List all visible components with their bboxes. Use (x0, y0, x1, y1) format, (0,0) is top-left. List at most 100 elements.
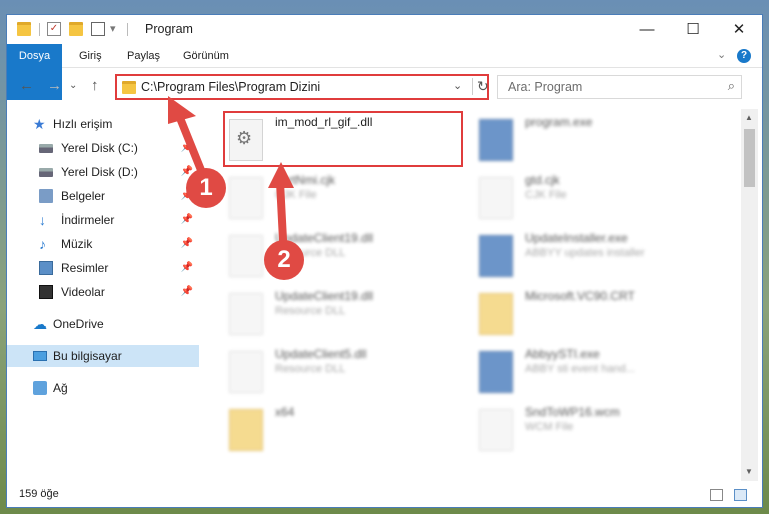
file-item[interactable]: SndToWP16.wcm WCM File (457, 403, 697, 459)
document-file-icon (479, 409, 513, 451)
document-file-icon (479, 177, 513, 219)
download-icon: ↓ (39, 212, 46, 228)
search-placeholder: Ara: Program (508, 80, 583, 94)
file-item[interactable]: UpdateClient19.dll Resource DLL (207, 287, 447, 343)
videos-icon (39, 285, 53, 299)
computer-icon (33, 351, 47, 361)
pin-icon[interactable]: 📌 (181, 137, 193, 159)
navigation-pane: ★ Hızlı erişim Yerel Disk (C:) 📌 Yerel D… (7, 109, 203, 481)
sidebar-item-label: Belgeler (61, 189, 106, 203)
customize-toolbar-icon[interactable] (91, 22, 105, 36)
scroll-up-icon[interactable]: ▲ (745, 113, 753, 122)
file-name: Microsoft.VC90.CRT (525, 289, 635, 303)
sidebar-item-disk-d[interactable]: Yerel Disk (D:) 📌 (7, 161, 199, 183)
file-name: partNmi.cjk (275, 173, 336, 187)
file-item[interactable]: partNmi.cjk CJK File (207, 171, 447, 227)
file-item[interactable]: UpdateClient5.dll Resource DLL (207, 345, 447, 401)
pictures-icon (39, 261, 53, 275)
tab-share[interactable]: Paylaş (117, 44, 170, 68)
minimize-button[interactable]: — (624, 15, 670, 44)
file-type: CJK File (525, 189, 567, 201)
folder-icon (17, 22, 31, 36)
search-input[interactable]: Ara: Program ⌕ (497, 75, 742, 99)
file-item[interactable]: Microsoft.VC90.CRT (457, 287, 697, 343)
sidebar-item-label: Hızlı erişim (53, 117, 113, 131)
tab-view[interactable]: Görünüm (173, 44, 239, 68)
dll-file-icon (229, 293, 263, 335)
sidebar-item-pictures[interactable]: Resimler 📌 (7, 257, 199, 279)
recent-locations-icon[interactable]: ⌄ (69, 80, 77, 91)
exe-file-icon (479, 119, 513, 161)
file-type: CJK File (275, 189, 317, 201)
sidebar-item-this-pc[interactable]: Bu bilgisayar (7, 345, 199, 367)
file-type: WCM File (525, 421, 574, 433)
sidebar-item-videos[interactable]: Videolar 📌 (7, 281, 199, 303)
vertical-scrollbar[interactable]: ▲ ▼ (741, 109, 758, 481)
window-title: Program (145, 22, 193, 36)
dll-file-icon (229, 351, 263, 393)
file-name: UpdateInstaller.exe (525, 231, 628, 245)
sidebar-item-onedrive[interactable]: ☁ OneDrive (7, 313, 199, 335)
sidebar-item-documents[interactable]: Belgeler 📌 (7, 185, 199, 207)
file-name: SndToWP16.wcm (525, 405, 620, 419)
ribbon-tabs: Dosya Giriş Paylaş Görünüm ⌄ ? (7, 44, 762, 100)
scroll-down-icon[interactable]: ▼ (745, 467, 753, 476)
sidebar-item-label: Resimler (61, 261, 109, 275)
file-name: x64 (275, 405, 295, 419)
file-name: program.exe (525, 115, 593, 129)
file-type: Resource DLL (275, 305, 346, 317)
sidebar-item-network[interactable]: Ağ (7, 377, 199, 399)
tab-home[interactable]: Giriş (69, 44, 112, 68)
sidebar-item-downloads[interactable]: ↓ İndirmeler 📌 (7, 209, 199, 231)
file-item[interactable]: AbbyySTI.exe ABBY sti event hand... (457, 345, 697, 401)
file-name: AbbyySTI.exe (525, 347, 600, 361)
folder-icon (229, 409, 263, 451)
forward-arrow-icon[interactable]: → (47, 77, 62, 94)
details-view-icon[interactable] (710, 489, 723, 501)
search-icon[interactable]: ⌕ (728, 78, 735, 94)
pin-icon[interactable]: 📌 (181, 257, 193, 279)
new-folder-icon[interactable] (69, 22, 83, 36)
file-name: UpdateClient19.dll (275, 289, 374, 303)
up-arrow-icon[interactable]: ↑ (91, 77, 99, 94)
chevron-down-icon[interactable]: ⌄ (453, 79, 462, 92)
file-name: UpdateClient5.dll (275, 347, 367, 361)
sidebar-item-label: Ağ (53, 381, 68, 395)
cloud-icon: ☁ (33, 316, 47, 332)
sidebar-item-label: OneDrive (53, 317, 104, 331)
properties-check-icon[interactable]: ✓ (47, 22, 61, 36)
maximize-button[interactable]: ☐ (670, 15, 716, 44)
pin-icon[interactable]: 📌 (181, 281, 193, 303)
chevron-down-icon[interactable]: ▾ (110, 22, 116, 35)
file-item[interactable]: x64 (207, 403, 447, 459)
sidebar-item-music[interactable]: ♪ Müzik 📌 (7, 233, 199, 255)
scrollbar-thumb[interactable] (744, 129, 755, 187)
address-bar[interactable]: C:\Program Files\Program Dizini ⌄ ↻ (115, 74, 489, 100)
documents-icon (39, 189, 53, 203)
file-item[interactable]: UpdateInstaller.exe ABBYY updates instal… (457, 229, 697, 285)
file-name: gtd.cjk (525, 173, 560, 187)
sidebar-item-label: Bu bilgisayar (53, 349, 122, 363)
file-item[interactable]: gtd.cjk CJK File (457, 171, 697, 227)
close-button[interactable]: ✕ (716, 15, 762, 44)
navigation-bar: ← → ⌄ ↑ C:\Program Files\Program Dizini … (7, 72, 762, 102)
sidebar-item-disk-c[interactable]: Yerel Disk (C:) 📌 (7, 137, 199, 159)
back-arrow-icon[interactable]: ← (19, 77, 34, 94)
title-bar: ✓ ▾ Program — ☐ ✕ (7, 15, 762, 44)
sidebar-item-label: Yerel Disk (D:) (61, 165, 138, 179)
large-icons-view-icon[interactable] (734, 489, 747, 501)
address-path[interactable]: C:\Program Files\Program Dizini (141, 80, 320, 94)
file-item[interactable]: UpdateClient19.dll Resource DLL (207, 229, 447, 285)
expand-ribbon-icon[interactable]: ⌄ (717, 48, 726, 61)
sidebar-item-label: Müzik (61, 237, 93, 251)
refresh-icon[interactable]: ↻ (472, 78, 489, 95)
folder-icon (122, 81, 136, 94)
file-type: Resource DLL (275, 363, 346, 375)
file-item[interactable]: program.exe (457, 113, 697, 169)
exe-file-icon (479, 235, 513, 277)
pin-icon[interactable]: 📌 (181, 233, 193, 255)
folder-icon (479, 293, 513, 335)
pin-icon[interactable]: 📌 (181, 209, 193, 231)
help-icon[interactable]: ? (737, 49, 751, 63)
sidebar-item-quick-access[interactable]: ★ Hızlı erişim (7, 113, 199, 135)
